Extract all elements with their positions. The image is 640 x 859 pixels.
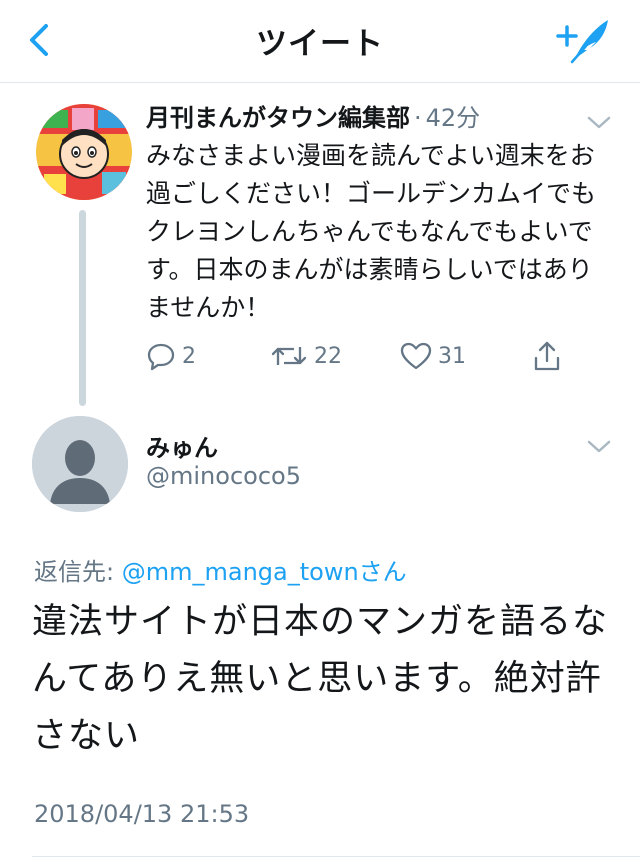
- reply-tweet-text: 違法サイトが日本のマンガを語るなんてありえ無いと思います。絶対許さない: [32, 602, 609, 756]
- compose-tweet-button[interactable]: [554, 14, 612, 66]
- like-button[interactable]: 31: [400, 336, 466, 376]
- reply-count: 2: [182, 343, 196, 369]
- compose-tweet-icon: [556, 20, 608, 64]
- retweet-icon: [271, 347, 307, 365]
- reply-button[interactable]: 2: [146, 336, 196, 376]
- heart-icon: [400, 342, 432, 370]
- thread-connector-line: [79, 210, 86, 406]
- reply-author-name[interactable]: みゅん: [146, 428, 218, 463]
- retweet-button[interactable]: 22: [270, 336, 342, 376]
- share-button[interactable]: [532, 336, 562, 376]
- share-icon: [534, 341, 560, 371]
- chevron-down-icon: [587, 440, 611, 453]
- replying-to-mention-link[interactable]: @mm_manga_townさん: [122, 558, 407, 586]
- default-profile-icon: [32, 416, 128, 512]
- original-tweet-header: 月刊まんがタウン編集部 · 42分: [146, 100, 480, 136]
- avatar[interactable]: [32, 416, 128, 512]
- nav-header: ツイート: [0, 0, 640, 83]
- original-tweet-time[interactable]: 42分: [426, 104, 481, 132]
- chevron-down-icon: [587, 116, 611, 129]
- replying-to-label: 返信先:: [34, 558, 115, 586]
- reply-author-handle[interactable]: @minococo5: [146, 462, 301, 490]
- original-tweet-menu-button[interactable]: [586, 114, 612, 132]
- separator-dot: ·: [414, 104, 422, 132]
- reply-icon: [147, 343, 175, 371]
- like-count: 31: [438, 343, 466, 369]
- original-author-name[interactable]: 月刊まんがタウン編集部: [146, 104, 410, 132]
- manga-magazine-avatar-image: [36, 104, 132, 200]
- retweet-count: 22: [314, 343, 342, 369]
- original-tweet-text: みなさまよい漫画を読んでよい週末をお過ごしください！ゴールデンカムイでもクレヨン…: [146, 141, 597, 322]
- tweet-detail-screen: ツイート 月刊まんがタウン編集部 · 42分 みなさまよい漫画を読んでよい週末を…: [0, 0, 640, 859]
- divider: [32, 856, 640, 857]
- page-title: ツイート: [256, 26, 384, 62]
- tweet-action-bar: 2 22 31: [146, 336, 586, 376]
- tweet-timestamp: 2018/04/13 21:53: [34, 800, 250, 828]
- replying-to-line: 返信先: @mm_manga_townさん: [34, 552, 407, 587]
- avatar[interactable]: [36, 104, 132, 200]
- reply-tweet-menu-button[interactable]: [586, 438, 612, 456]
